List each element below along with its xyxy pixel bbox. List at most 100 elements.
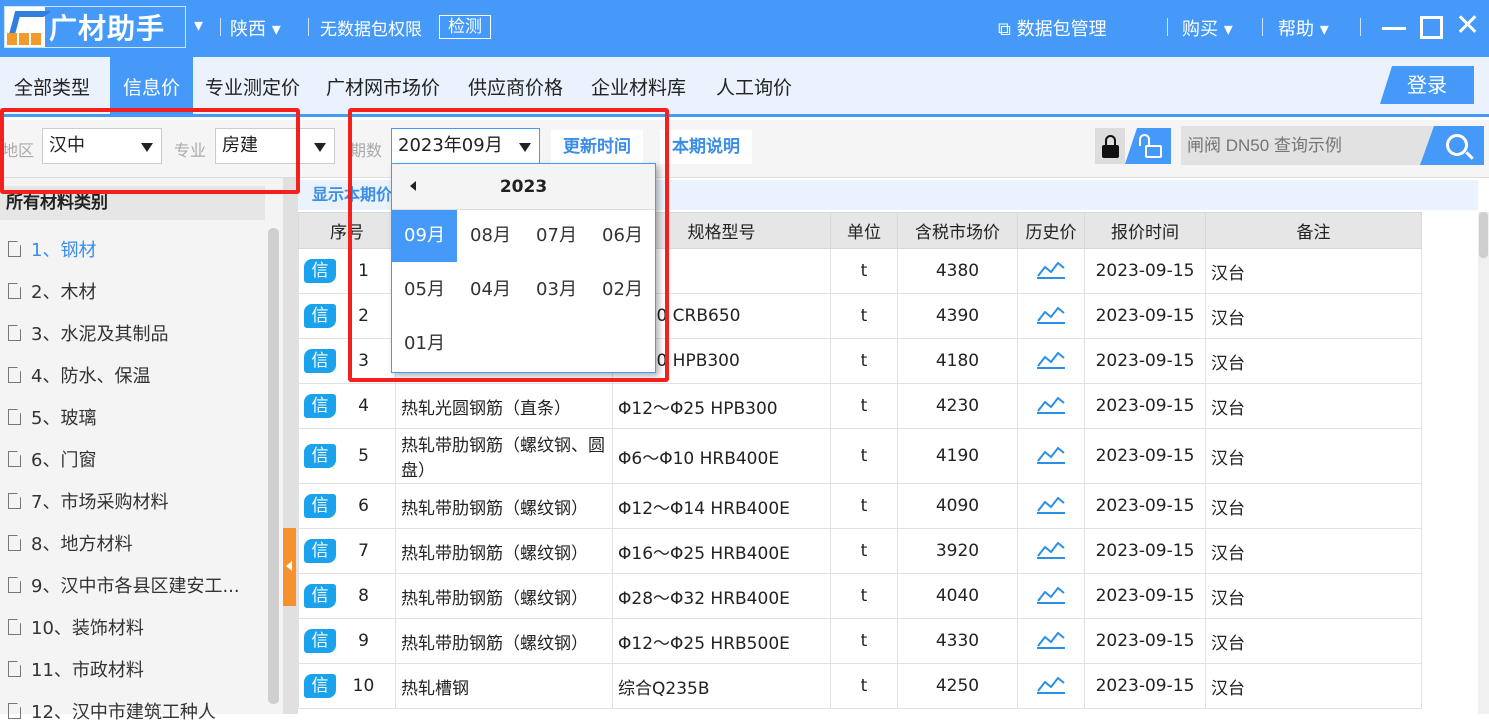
info-badge: 信 [304,584,336,608]
close-icon[interactable]: ✕ [1455,8,1480,43]
spec: Φ12～Φ25 HPB300 [612,383,831,429]
unit: t [830,293,898,339]
history-chart-icon[interactable] [1017,528,1085,574]
sidebar-item[interactable]: 6、门窗 [8,446,96,472]
sidebar-item[interactable]: 3、水泥及其制品 [8,320,168,346]
sidebar-item-label: 11、市政材料 [31,660,144,681]
price: 4180 [897,338,1018,384]
quote-date: 2023-09-15 [1084,338,1206,384]
price: 4380 [897,248,1018,294]
history-chart-icon[interactable] [1017,248,1085,294]
row-index: 4 [358,396,369,416]
search-input[interactable] [1181,126,1441,165]
sidebar-item-label: 12、汉中市建筑工种人 [31,702,216,723]
history-chart-icon[interactable] [1017,483,1085,529]
document-icon [8,451,21,467]
sidebar-item-label: 7、市场采购材料 [31,492,169,513]
quote-date: 2023-09-15 [1084,428,1206,484]
row-index: 10 [352,676,375,696]
sidebar-item-label: 6、门窗 [31,450,97,471]
tab-all[interactable]: 全部类型 [14,57,90,114]
remark: 汉台 [1205,483,1422,529]
info-badge: 信 [304,444,336,468]
history-chart-icon[interactable] [1017,293,1085,339]
info-badge: 信 [304,629,336,653]
table-row[interactable]: 信 5 热轧带肋钢筋（螺纹钢、圆盘） Φ6～Φ10 HRB400E t 4190 2023-… [298,428,1422,484]
sidebar-item[interactable]: 11、市政材料 [8,656,144,682]
info-badge: 信 [304,674,336,698]
sidebar-item[interactable]: 5、玻璃 [8,404,96,430]
buy-menu[interactable]: 购买 ▾ [1182,15,1233,41]
spec: Φ6～Φ10 HRB400E [612,428,831,484]
history-chart-icon[interactable] [1017,573,1085,619]
tab-enterprise-library[interactable]: 企业材料库 [591,57,686,114]
remark: 汉台 [1205,383,1422,429]
remark: 汉台 [1205,618,1422,664]
tab-manual-inquiry[interactable]: 人工询价 [716,57,792,114]
table-row[interactable]: 信 9 热轧带肋钢筋（螺纹钢） Φ12～Φ25 HRB500E t 4330 2023-09… [298,618,1422,664]
login-button[interactable]: 登录 [1380,66,1474,104]
sidebar-item[interactable]: 7、市场采购材料 [8,488,168,514]
history-chart-icon[interactable] [1017,428,1085,484]
quote-date: 2023-09-15 [1084,663,1206,709]
sidebar-item-label: 9、汉中市各县区建安工... [31,576,240,597]
help-menu[interactable]: 帮助 ▾ [1278,15,1329,41]
sidebar-item[interactable]: 9、汉中市各县区建安工... [8,572,240,598]
quote-date: 2023-09-15 [1084,293,1206,339]
lock-icon[interactable] [1095,128,1125,164]
history-chart-icon[interactable] [1017,663,1085,709]
sidebar-item[interactable]: 1、钢材 [8,236,96,262]
sidebar-item[interactable]: 10、装饰材料 [8,614,144,640]
document-icon [8,409,21,425]
maximize-icon[interactable] [1420,16,1443,39]
table-row[interactable]: 信 7 热轧带肋钢筋（螺纹钢） Φ16～Φ25 HRB400E t 3920 2023-09… [298,528,1422,574]
tab-info-price[interactable]: 信息价 [110,57,193,114]
check-button[interactable]: 检测 [439,15,491,39]
unit: t [830,663,898,709]
table-row[interactable]: 信 4 热轧光圆钢筋（直条） Φ12～Φ25 HPB300 t 4230 2023-09-1… [298,383,1422,429]
quote-date: 2023-09-15 [1084,528,1206,574]
period-note-button[interactable]: 本期说明 [660,130,752,164]
tab-supplier-price[interactable]: 供应商价格 [468,57,563,114]
collapse-sidebar-button[interactable] [283,528,296,606]
app-name: 广材助手 [49,12,166,45]
data-package-button[interactable]: ⧉ 数据包管理 [998,15,1107,41]
sidebar-scrollbar[interactable] [268,228,279,704]
document-icon [8,535,21,551]
history-chart-icon[interactable] [1017,383,1085,429]
history-chart-icon[interactable] [1017,618,1085,664]
col-history: 历史价 [1017,212,1085,249]
sidebar-item[interactable]: 12、汉中市建筑工种人 [8,698,216,724]
remark: 汉台 [1205,663,1422,709]
sidebar-item[interactable]: 4、防水、保温 [8,362,150,388]
remark: 汉台 [1205,573,1422,619]
col-price: 含税市场价 [897,212,1018,249]
tab-market-price[interactable]: 广材网市场价 [326,57,440,114]
history-chart-icon[interactable] [1017,338,1085,384]
briefcase-icon: ⧉ [998,19,1011,40]
permission-status: 无数据包权限 [320,20,422,40]
row-index: 8 [358,586,369,606]
price: 4230 [897,383,1018,429]
document-icon [8,703,21,719]
sidebar-item-label: 1、钢材 [31,240,97,261]
info-badge: 信 [304,539,336,563]
app-menu-dropdown[interactable]: ▾ [194,15,203,36]
price: 3920 [897,528,1018,574]
table-row[interactable]: 信 10 热轧槽钢 综合Q235B t 4250 2023-09-15 汉台 [298,663,1422,709]
spec: Φ16～Φ25 HRB400E [612,528,831,574]
document-icon [8,367,21,383]
material-name: 热轧带肋钢筋（螺纹钢） [395,618,613,664]
minimize-icon[interactable] [1382,27,1406,30]
table-scrollbar[interactable] [1478,212,1489,714]
material-name: 热轧槽钢 [395,663,613,709]
highlight-box-region [0,108,300,194]
table-row[interactable]: 信 6 热轧带肋钢筋（螺纹钢） Φ12～Φ14 HRB400E t 4090 2023-09… [298,483,1422,529]
unit: t [830,383,898,429]
table-row[interactable]: 信 8 热轧带肋钢筋（螺纹钢） Φ28～Φ32 HRB400E t 4040 2023-09… [298,573,1422,619]
province-dropdown[interactable]: 陕西 ▾ [230,15,281,41]
quote-date: 2023-09-15 [1084,383,1206,429]
tab-professional-price[interactable]: 专业测定价 [205,57,300,114]
sidebar-item[interactable]: 2、木材 [8,278,96,304]
sidebar-item[interactable]: 8、地方材料 [8,530,132,556]
